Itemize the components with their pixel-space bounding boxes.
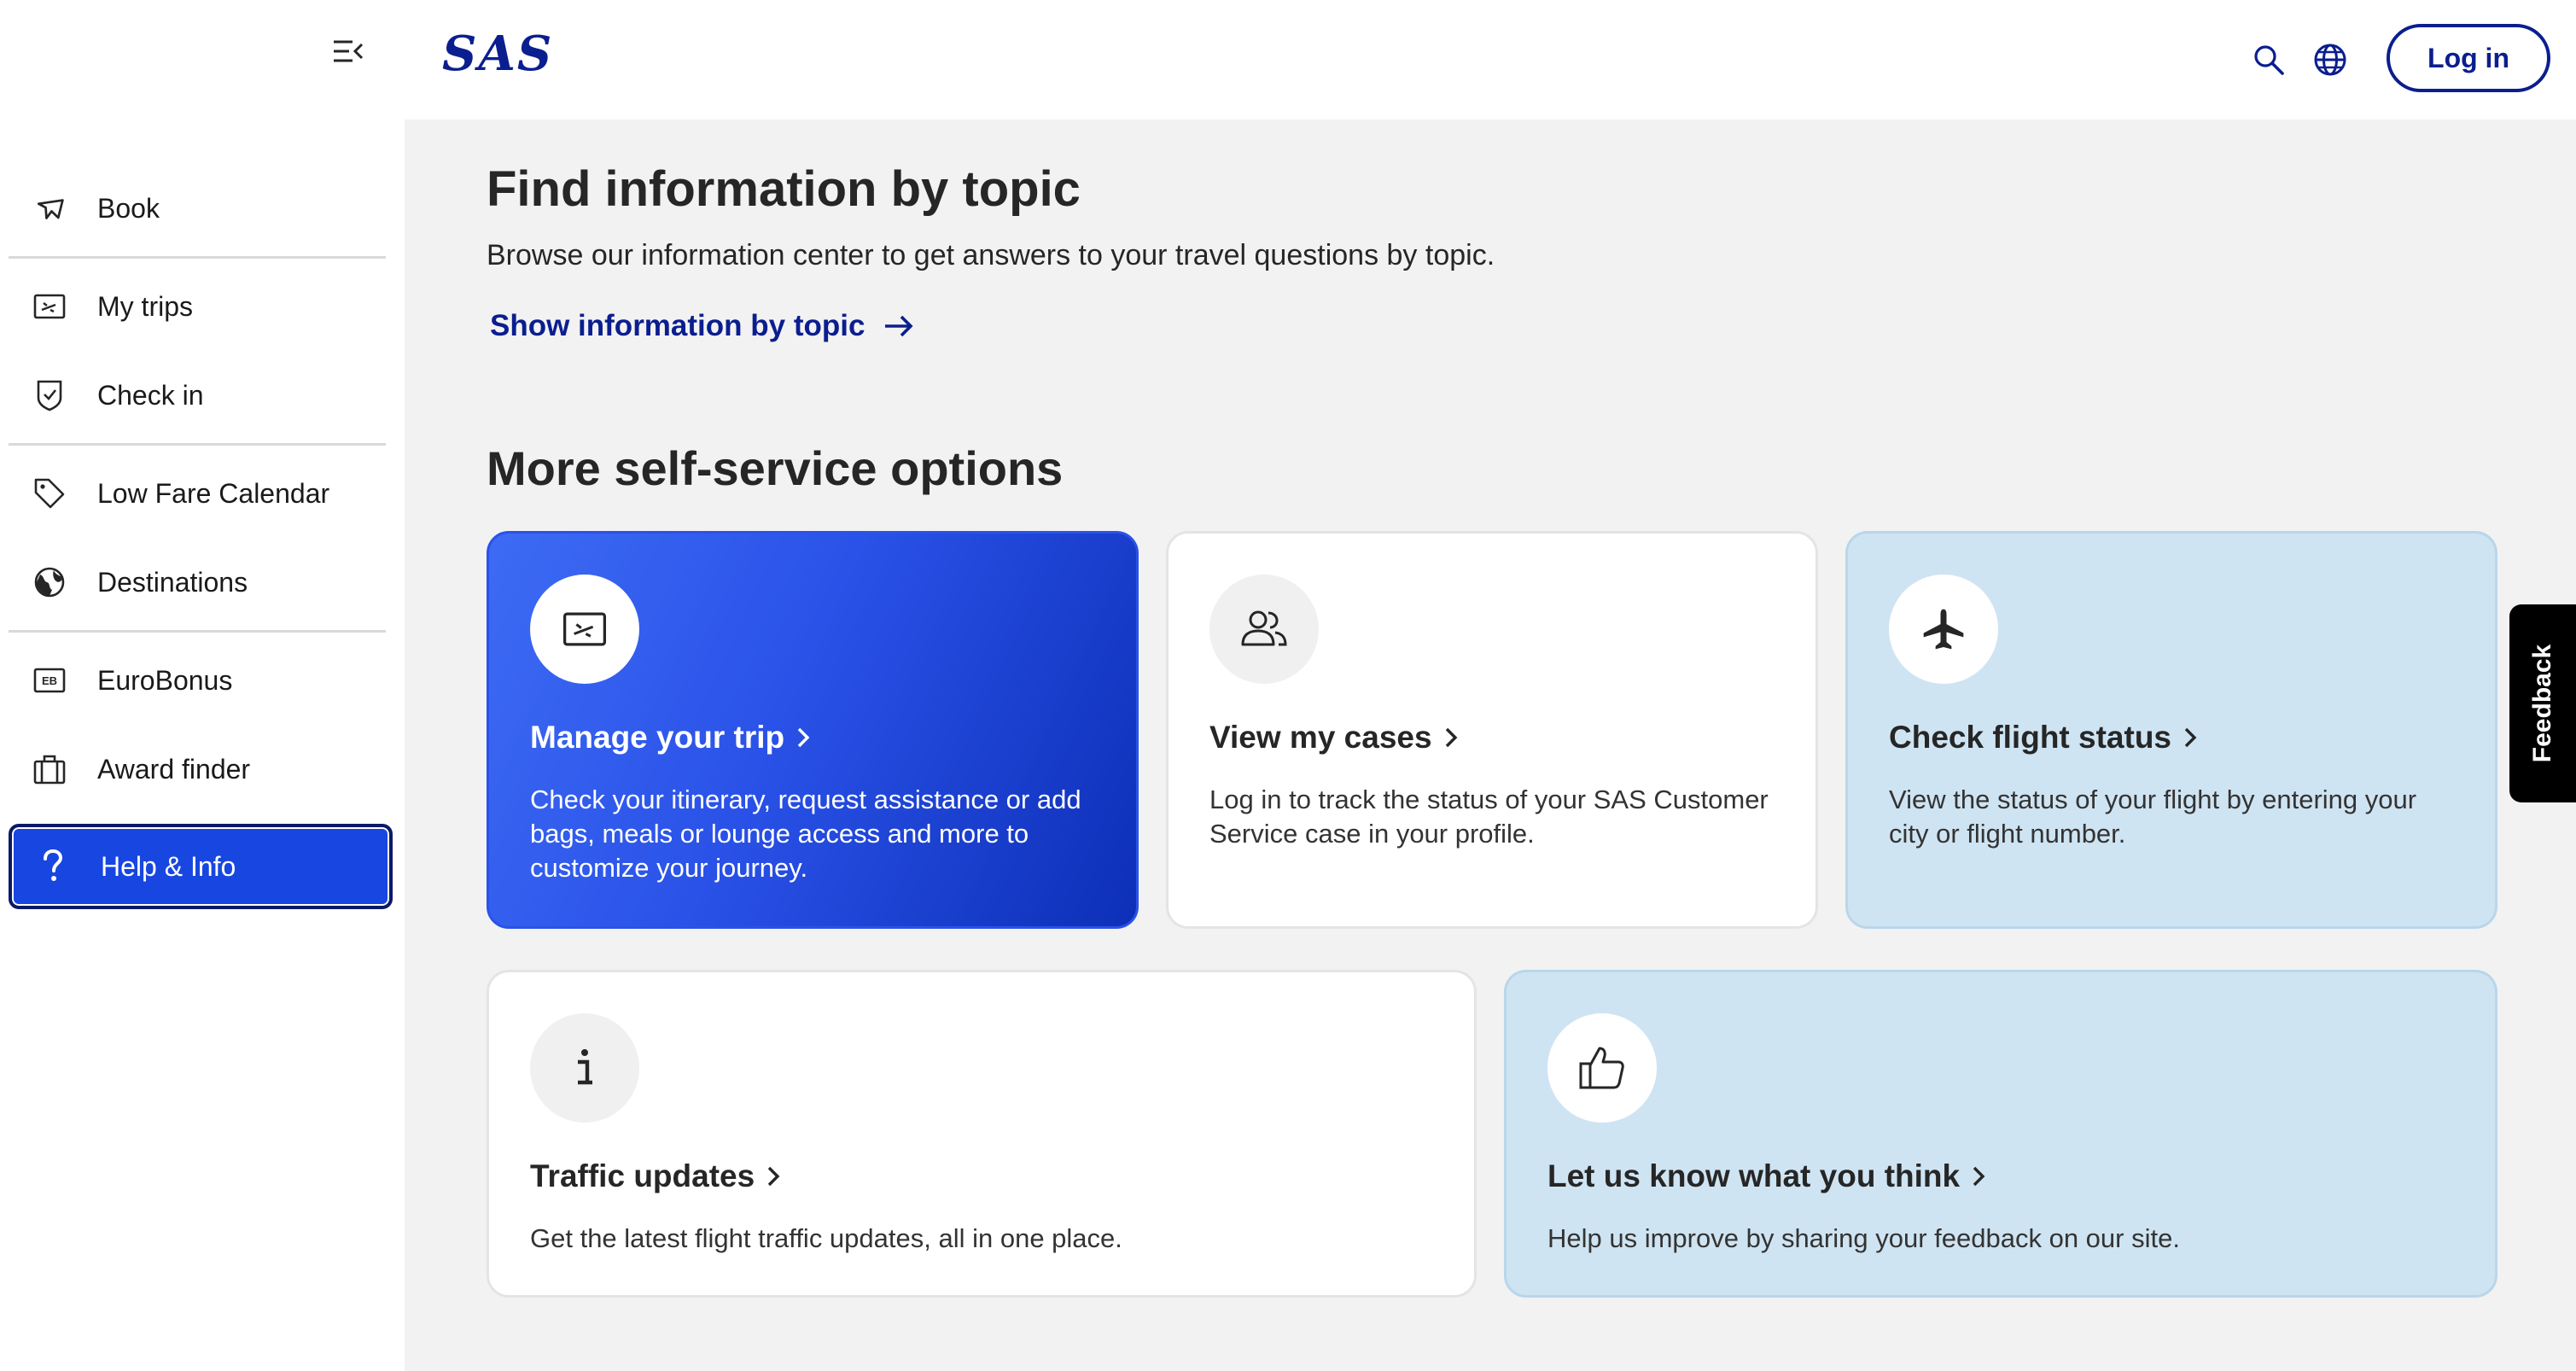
sidebar-nav: Book My trips Check in Low Fare Calendar <box>9 164 393 909</box>
sidebar-item-label: Help & Info <box>101 850 236 882</box>
sidebar-item-award-finder[interactable]: Award finder <box>9 725 393 814</box>
top-header: SAS Log in <box>405 0 2576 120</box>
link-label: Show information by topic <box>490 309 865 342</box>
question-icon <box>36 849 70 884</box>
card-description: Log in to track the status of your SAS C… <box>1209 785 1769 849</box>
tag-icon <box>32 476 67 510</box>
card-title: View my cases <box>1209 720 1458 756</box>
arrow-right-icon <box>883 314 914 338</box>
chevron-right-icon <box>1972 1165 1985 1187</box>
page-title: Find information by topic <box>487 161 1081 217</box>
card-description: Get the latest flight traffic updates, a… <box>530 1223 1122 1253</box>
globe-icon[interactable] <box>2308 38 2352 82</box>
sidebar-item-check-in[interactable]: Check in <box>9 351 393 440</box>
search-icon[interactable] <box>2247 38 2291 82</box>
card-title: Let us know what you think <box>1547 1158 1985 1194</box>
sidebar-item-destinations[interactable]: Destinations <box>9 538 393 627</box>
feedback-label: Feedback <box>2528 644 2556 763</box>
show-information-by-topic-link[interactable]: Show information by topic <box>490 309 914 343</box>
card-title-text: Let us know what you think <box>1547 1158 1961 1193</box>
card-manage-your-trip[interactable]: Manage your trip Check your itinerary, r… <box>487 531 1139 929</box>
chevron-right-icon <box>1444 726 1458 749</box>
sidebar-item-label: Destinations <box>97 566 248 598</box>
card-title: Manage your trip <box>530 720 810 756</box>
card-title-text: Manage your trip <box>530 720 785 755</box>
card-title-text: View my cases <box>1209 720 1432 755</box>
shield-check-icon <box>32 378 67 412</box>
card-let-us-know-what-you-think[interactable]: Let us know what you think Help us impro… <box>1504 970 2497 1298</box>
eb-card-icon: EB <box>32 663 67 697</box>
chevron-right-icon <box>796 726 810 749</box>
plane-icon <box>1889 575 1998 684</box>
svg-text:EB: EB <box>42 674 57 687</box>
page-description: Browse our information center to get ans… <box>487 239 1495 271</box>
sidebar-item-label: Check in <box>97 379 204 411</box>
ticket-icon <box>32 289 67 324</box>
card-description: Check your itinerary, request assistance… <box>530 785 1081 883</box>
chevron-right-icon <box>766 1165 780 1187</box>
users-icon <box>1209 575 1319 684</box>
divider <box>9 256 386 259</box>
sidebar-item-help-info[interactable]: Help & Info <box>9 824 393 909</box>
ticket-icon <box>530 575 639 684</box>
sidebar-item-my-trips[interactable]: My trips <box>9 262 393 351</box>
sidebar: Book My trips Check in Low Fare Calendar <box>0 0 405 1371</box>
divider <box>9 630 386 633</box>
card-title-text: Traffic updates <box>530 1158 755 1193</box>
feedback-tab[interactable]: Feedback <box>2509 604 2576 802</box>
login-button[interactable]: Log in <box>2387 24 2550 92</box>
card-check-flight-status[interactable]: Check flight status View the status of y… <box>1845 531 2497 929</box>
sidebar-item-label: Award finder <box>97 753 251 785</box>
sidebar-item-eurobonus[interactable]: EB EuroBonus <box>9 636 393 725</box>
chevron-right-icon <box>2183 726 2197 749</box>
briefcase-icon <box>32 752 67 786</box>
sidebar-item-label: EuroBonus <box>97 664 233 696</box>
sidebar-item-label: Low Fare Calendar <box>97 477 330 509</box>
plane-icon <box>32 191 67 225</box>
sidebar-item-label: My trips <box>97 290 193 322</box>
section-title: More self-service options <box>487 441 1064 495</box>
thumbs-up-icon <box>1547 1013 1657 1123</box>
sidebar-item-book[interactable]: Book <box>9 164 393 253</box>
card-title: Traffic updates <box>530 1158 780 1194</box>
divider <box>9 443 386 446</box>
card-title: Check flight status <box>1889 720 2197 756</box>
card-description: Help us improve by sharing your feedback… <box>1547 1223 2180 1253</box>
card-title-text: Check flight status <box>1889 720 2171 755</box>
card-view-my-cases[interactable]: View my cases Log in to track the status… <box>1166 531 1818 929</box>
sidebar-item-low-fare-calendar[interactable]: Low Fare Calendar <box>9 449 393 538</box>
menu-collapse-icon[interactable] <box>329 34 367 68</box>
card-description: View the status of your flight by enteri… <box>1889 785 2417 849</box>
card-traffic-updates[interactable]: Traffic updates Get the latest flight tr… <box>487 970 1477 1298</box>
globe-icon <box>32 565 67 599</box>
sas-logo[interactable]: SAS <box>442 26 553 82</box>
sidebar-item-label: Book <box>97 192 160 224</box>
info-icon <box>530 1013 639 1123</box>
